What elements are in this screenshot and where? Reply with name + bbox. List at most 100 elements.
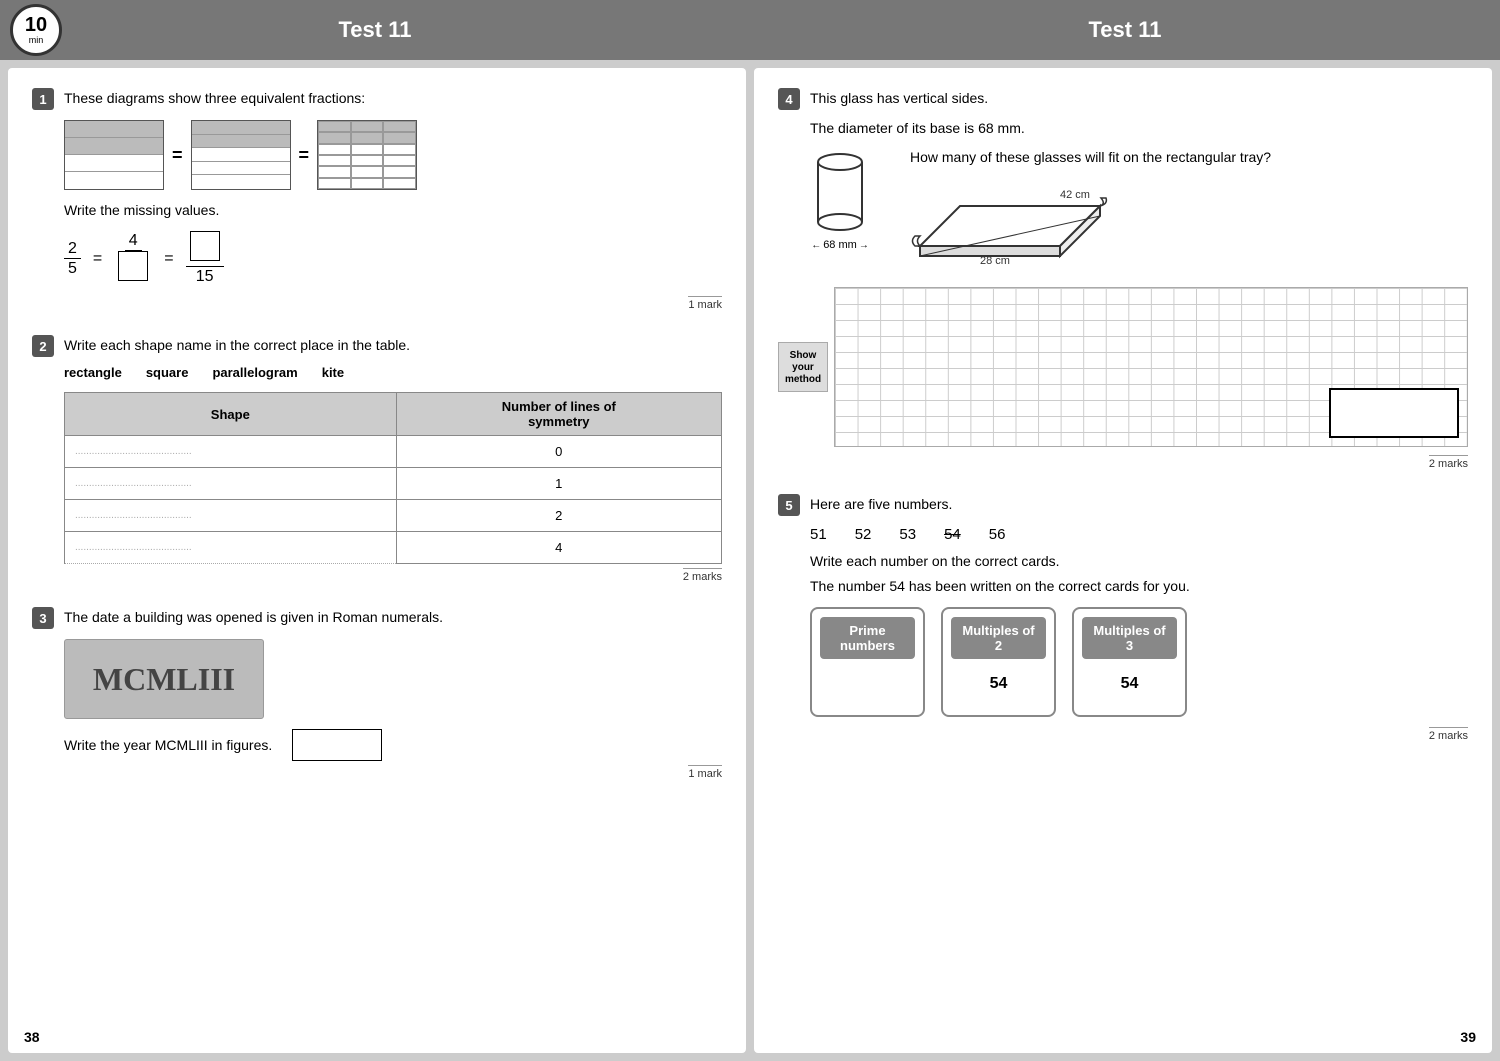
frac-row: [192, 162, 290, 176]
num-53: 53: [899, 526, 916, 543]
frac-row: [65, 155, 163, 172]
header-title-right: Test 11: [1089, 17, 1162, 43]
frac-box-15: 15: [186, 231, 224, 286]
q4-number: 4: [778, 88, 800, 110]
q5-marks: 2 marks: [1429, 727, 1468, 742]
svg-text:28 cm: 28 cm: [980, 255, 1010, 267]
card-multiples-2-value: 54: [990, 675, 1008, 693]
q5-text: Here are five numbers.: [810, 494, 952, 515]
table-row: ........................................…: [65, 436, 722, 468]
q4-question-and-tray: How many of these glasses will fit on th…: [910, 147, 1468, 279]
shape-input-1[interactable]: ........................................…: [65, 468, 397, 500]
q5-instruction1: Write each number on the correct cards.: [810, 551, 1468, 572]
q4-question: How many of these glasses will fit on th…: [910, 147, 1468, 168]
num-51: 51: [810, 526, 827, 543]
question-3: 3 The date a building was opened is give…: [32, 607, 722, 780]
page-wrapper: 10 min Test 11 Test 11 1 These diagrams …: [0, 0, 1500, 1061]
frac-diagram-2: [191, 120, 291, 190]
page-number-left: 38: [24, 1029, 40, 1045]
q1-marks-container: 1 mark: [32, 296, 722, 311]
shape-input-0[interactable]: ........................................…: [65, 436, 397, 468]
frac-diagram-1: [64, 120, 164, 190]
q1-instruction: Write the missing values.: [64, 200, 722, 221]
num-52: 52: [855, 526, 872, 543]
q3-header: 3 The date a building was opened is give…: [32, 607, 722, 629]
symmetry-0: 0: [396, 436, 721, 468]
frac-row: [65, 138, 163, 155]
q2-number: 2: [32, 335, 54, 357]
answer-box-den[interactable]: [118, 251, 148, 281]
symmetry-4: 4: [396, 532, 721, 564]
answer-box-num[interactable]: [190, 231, 220, 261]
card-prime: Prime numbers: [810, 607, 925, 717]
frac-row: [65, 172, 163, 189]
table-row: ........................................…: [65, 500, 722, 532]
frac-2-5: 2 5: [64, 239, 81, 278]
glass-drawing: ← 68 mm →: [810, 147, 870, 251]
svg-text:42 cm: 42 cm: [1060, 189, 1090, 201]
main-content: 1 These diagrams show three equivalent f…: [0, 60, 1500, 1061]
shape-input-2[interactable]: ........................................…: [65, 500, 397, 532]
q4-header: 4 This glass has vertical sides.: [778, 88, 1468, 110]
grid-canvas: [834, 287, 1468, 447]
card-multiples-3-header: Multiples of 3: [1082, 617, 1177, 659]
q3-marks: 1 mark: [688, 765, 722, 780]
q3-answer-row: Write the year MCMLIII in figures.: [64, 729, 722, 761]
q3-marks-container: 1 mark: [32, 765, 722, 780]
frac-row: [192, 175, 290, 189]
q5-number: 5: [778, 494, 800, 516]
roman-numeral-image: MCMLIII: [64, 639, 264, 719]
page-number-right: 39: [1460, 1029, 1476, 1045]
glass-dimension: 68 mm: [823, 239, 857, 251]
cards-row: Prime numbers Multiples of 2 54 Multiple…: [810, 607, 1468, 717]
roman-numeral-text: MCMLIII: [93, 661, 235, 698]
card-multiples-2-header: Multiples of 2: [951, 617, 1046, 659]
q1-number: 1: [32, 88, 54, 110]
q5-marks-container: 2 marks: [778, 727, 1468, 742]
q3-instruction: Write the year MCMLIII in figures.: [64, 735, 272, 756]
q5-instruction2: The number 54 has been written on the co…: [810, 576, 1468, 597]
timer-circle: 10 min: [10, 4, 62, 56]
q1-header: 1 These diagrams show three equivalent f…: [32, 88, 722, 110]
tray-svg: 28 cm 42 cm: [910, 176, 1110, 276]
q2-marks: 2 marks: [683, 568, 722, 583]
frac-4-box: 4: [114, 231, 152, 286]
header-left: Test 11: [0, 17, 750, 43]
q4-subtext: The diameter of its base is 68 mm.: [810, 118, 1468, 139]
card-multiples-2: Multiples of 2 54: [941, 607, 1056, 717]
card-multiples-3-value: 54: [1121, 675, 1139, 693]
equals-2: =: [299, 145, 310, 166]
q3-answer-box[interactable]: [292, 729, 382, 761]
col-symmetry: Number of lines ofsymmetry: [396, 393, 721, 436]
q4-answer-box[interactable]: [1329, 388, 1459, 438]
card-prime-header: Prime numbers: [820, 617, 915, 659]
frac-row: [192, 135, 290, 149]
q3-text: The date a building was opened is given …: [64, 607, 443, 628]
shape-input-3[interactable]: ........................................…: [65, 532, 397, 564]
shape-parallelogram: parallelogram: [212, 365, 297, 380]
five-numbers: 51 52 53 54 56: [810, 526, 1468, 543]
header-right: Test 11: [750, 17, 1500, 43]
q2-marks-container: 2 marks: [32, 568, 722, 583]
fraction-equation: 2 5 = 4 = 15: [64, 231, 722, 286]
q2-header: 2 Write each shape name in the correct p…: [32, 335, 722, 357]
shape-square: square: [146, 365, 189, 380]
question-2: 2 Write each shape name in the correct p…: [32, 335, 722, 583]
shape-table: Shape Number of lines ofsymmetry .......…: [64, 392, 722, 564]
q1-text: These diagrams show three equivalent fra…: [64, 88, 365, 109]
equals-1: =: [172, 145, 183, 166]
q4-marks-container: 2 marks: [778, 455, 1468, 470]
table-row: ........................................…: [65, 468, 722, 500]
page-right: 4 This glass has vertical sides. The dia…: [754, 68, 1492, 1053]
symmetry-1: 1: [396, 468, 721, 500]
q2-text: Write each shape name in the correct pla…: [64, 335, 410, 356]
num-54: 54: [944, 526, 961, 543]
question-4: 4 This glass has vertical sides. The dia…: [778, 88, 1468, 470]
show-method-label: Show your method: [778, 342, 828, 392]
q4-text: This glass has vertical sides.: [810, 88, 988, 109]
question-1: 1 These diagrams show three equivalent f…: [32, 88, 722, 311]
header-title-left: Test 11: [339, 17, 412, 43]
grid-row: Show your method: [778, 287, 1468, 447]
eq-sign-1: =: [93, 250, 102, 268]
table-row: ........................................…: [65, 532, 722, 564]
